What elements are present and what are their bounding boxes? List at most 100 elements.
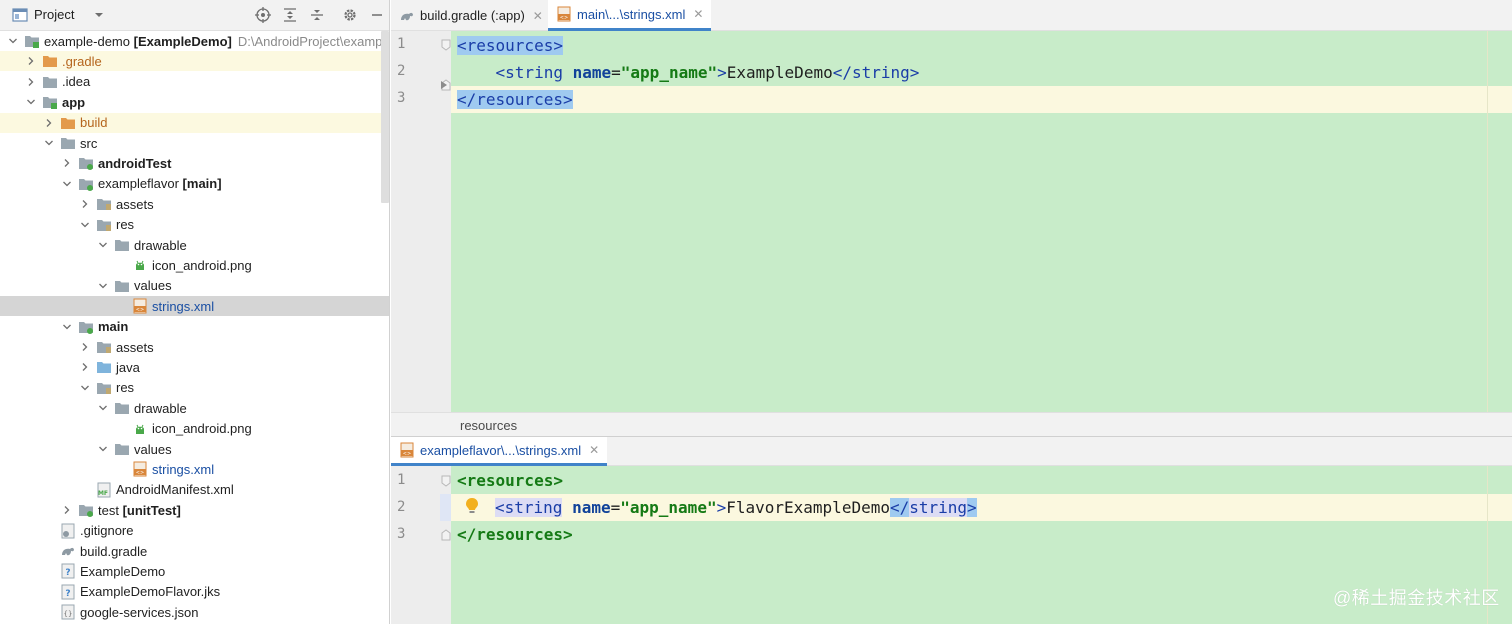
tree-item-label: build.gradle — [80, 543, 148, 559]
tree-row[interactable]: src — [0, 133, 389, 153]
fold-icon[interactable] — [441, 475, 451, 487]
tree-item-path: D:\AndroidProject\examp — [237, 33, 383, 49]
chevron-down-icon[interactable] — [6, 34, 20, 48]
tab-main-strings-xml[interactable]: <> main\...\strings.xml ✕ — [548, 0, 712, 31]
locate-icon[interactable] — [254, 6, 272, 24]
tree-row[interactable]: values — [0, 276, 389, 296]
tree-item-label: values — [134, 441, 172, 457]
tree-row[interactable]: res — [0, 378, 389, 398]
tree-row[interactable]: drawable — [0, 235, 389, 255]
chevron-right-icon[interactable] — [60, 156, 74, 170]
resources-folder-icon — [97, 199, 111, 211]
line-number: 2 — [397, 499, 406, 515]
folder-gray-icon — [43, 76, 57, 88]
tree-row[interactable]: test [unitTest] — [0, 500, 389, 520]
watermark: @稀土掘金技术社区 — [1333, 588, 1500, 608]
chevron-right-icon[interactable] — [24, 75, 38, 89]
tab-build-gradle[interactable]: build.gradle (:app) ✕ — [391, 0, 551, 31]
tree-row[interactable]: icon_android.png — [0, 255, 389, 275]
breadcrumb-item[interactable]: resources — [460, 418, 517, 433]
chevron-down-icon[interactable] — [96, 442, 110, 456]
tree-row[interactable]: ? ExampleDemo — [0, 561, 389, 581]
minimize-icon[interactable] — [368, 6, 386, 24]
equals: = — [610, 498, 621, 517]
tree-row[interactable]: java — [0, 357, 389, 377]
chevron-down-icon[interactable] — [60, 177, 74, 191]
tree-row[interactable]: build — [0, 112, 389, 133]
tree-row[interactable]: {} google-services.json — [0, 602, 389, 622]
expand-all-icon[interactable] — [281, 6, 299, 24]
tree-row[interactable]: values — [0, 439, 389, 459]
tree-row[interactable]: res — [0, 215, 389, 235]
tree-row[interactable]: drawable — [0, 398, 389, 418]
tab-exampleflavor-strings-xml[interactable]: <> exampleflavor\...\strings.xml ✕ — [391, 437, 608, 466]
chevron-down-icon[interactable] — [24, 95, 38, 109]
fold-icon[interactable] — [441, 39, 451, 51]
collapse-all-icon[interactable] — [308, 6, 326, 24]
tree-item-variant: [ExampleDemo] — [130, 33, 232, 49]
line-number: 2 — [397, 63, 406, 79]
tree-row[interactable]: MF AndroidManifest.xml — [0, 480, 389, 500]
equals: = — [611, 63, 621, 82]
tree-row[interactable]: assets — [0, 194, 389, 214]
resources-folder-icon — [97, 342, 111, 353]
tree-item-label: icon_android.png — [152, 421, 252, 437]
chevron-right-icon[interactable] — [42, 116, 56, 130]
chevron-down-icon[interactable] — [96, 279, 110, 293]
attr-value: "app_name" — [620, 63, 718, 82]
close-icon[interactable]: ✕ — [693, 7, 703, 21]
tree-row[interactable]: build.gradle — [0, 541, 389, 561]
tree-row[interactable]: assets — [0, 337, 389, 357]
line-number: 3 — [397, 90, 406, 106]
code-line-3: </resources> — [451, 86, 1512, 113]
tree-row[interactable]: androidTest — [0, 153, 389, 173]
tree-row[interactable]: .idea — [0, 72, 389, 92]
breadcrumb: resources — [391, 412, 1512, 437]
chevron-right-icon[interactable] — [78, 340, 92, 354]
close-icon[interactable]: ✕ — [589, 443, 599, 457]
fold-icon[interactable] — [441, 529, 451, 541]
chevron-right-icon[interactable] — [24, 54, 38, 68]
svg-text:<>: <> — [560, 15, 568, 21]
tree-item-label: strings.xml — [152, 298, 215, 314]
tab-label: main\...\strings.xml — [577, 6, 686, 22]
tree-row[interactable]: .gitignore — [0, 521, 389, 541]
tree-item-label: res — [116, 380, 135, 396]
tree-row[interactable]: <> strings.xml — [0, 296, 389, 317]
chevron-down-icon[interactable] — [78, 381, 92, 395]
xml-icon: <> — [400, 442, 414, 458]
tree-row[interactable]: main — [0, 317, 389, 337]
chevron-down-icon[interactable] — [78, 218, 92, 232]
chevron-right-icon[interactable] — [60, 503, 74, 517]
top-editor-code[interactable]: <resources> <string name = "app_name" > Exam… — [451, 31, 1512, 412]
source-set-folder-icon — [79, 321, 93, 334]
chevron-down-icon[interactable] — [96, 401, 110, 415]
tree-item-name: test — [98, 502, 119, 518]
tree-scrollbar[interactable] — [381, 31, 389, 203]
settings-icon[interactable] — [341, 6, 359, 24]
project-view-selector[interactable]: Project — [12, 7, 104, 22]
tree-row[interactable]: app — [0, 92, 389, 112]
line-number: 1 — [397, 472, 406, 488]
top-editor[interactable]: 1 2 3 <resources> <string name = "app_name… — [391, 31, 1512, 412]
svg-text:<>: <> — [403, 451, 411, 457]
tree-item-label: assets — [116, 339, 154, 355]
tree-item-label: drawable — [134, 237, 187, 253]
tree-row[interactable]: .gradle — [0, 51, 389, 72]
close-icon[interactable]: ✕ — [533, 9, 543, 23]
chevron-down-icon[interactable] — [96, 238, 110, 252]
chevron-right-icon[interactable] — [78, 197, 92, 211]
tree-row[interactable]: <> strings.xml — [0, 459, 389, 479]
chevron-right-icon[interactable] — [78, 360, 92, 374]
tree-row[interactable]: example-demo [ExampleDemo] D:\AndroidProj… — [0, 31, 389, 51]
tree-row[interactable]: exampleflavor [main] — [0, 174, 389, 194]
lightbulb-icon[interactable] — [465, 497, 479, 515]
tree-row[interactable]: icon_android.png — [0, 419, 389, 439]
tree-row[interactable]: ? ExampleDemoFlavor.jks — [0, 582, 389, 602]
chevron-down-icon[interactable] — [42, 136, 56, 150]
chevron-down-icon[interactable] — [60, 320, 74, 334]
